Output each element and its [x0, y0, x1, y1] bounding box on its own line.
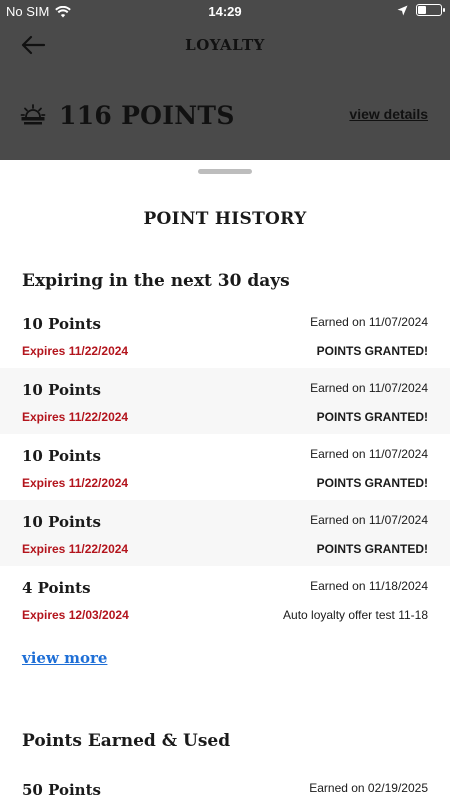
row-points: 10 Points — [22, 381, 101, 399]
row-points: 10 Points — [22, 447, 101, 465]
history-row: 10 Points Earned on 11/07/2024 Expires 1… — [0, 500, 450, 566]
points-total: 116 POINTS — [59, 101, 235, 130]
row-status: Auto loyalty offer test 11-18 — [283, 608, 428, 622]
row-points: 50 Points — [22, 781, 101, 799]
history-row: 10 Points Earned on 11/07/2024 Expires 1… — [0, 434, 450, 500]
row-earned-date: Earned on 02/19/2025 — [309, 781, 428, 795]
sheet-grabber-handle[interactable] — [198, 169, 252, 174]
view-details-link[interactable]: view details — [349, 106, 428, 122]
view-more-link[interactable]: view more — [22, 649, 107, 667]
history-row: 10 Points Earned on 11/07/2024 Expires 1… — [0, 302, 450, 368]
row-earned-date: Earned on 11/18/2024 — [310, 579, 428, 593]
expiring-section-heading: Expiring in the next 30 days — [22, 271, 290, 291]
row-expiry-date: Expires 11/22/2024 — [22, 410, 129, 424]
history-row: 10 Points Earned on 11/07/2024 Expires 1… — [0, 368, 450, 434]
history-row: 4 Points Earned on 11/18/2024 Expires 12… — [0, 566, 450, 632]
page-title: LOYALTY — [185, 36, 265, 54]
status-time: 14:29 — [208, 4, 242, 19]
sheet-title: POINT HISTORY — [143, 209, 307, 229]
row-earned-date: Earned on 11/07/2024 — [310, 513, 428, 527]
rewards-sun-icon — [20, 104, 46, 125]
row-earned-date: Earned on 11/07/2024 — [310, 381, 428, 395]
row-status: POINTS GRANTED! — [316, 542, 428, 556]
status-right — [397, 4, 445, 16]
row-earned-date: Earned on 11/07/2024 — [310, 315, 428, 329]
row-expiry-date: Expires 11/22/2024 — [22, 476, 129, 490]
row-expiry-date: Expires 12/03/2024 — [22, 608, 129, 622]
earned-used-section-heading: Points Earned & Used — [22, 731, 231, 751]
row-expiry-date: Expires 11/22/2024 — [22, 542, 129, 556]
row-earned-date: Earned on 11/07/2024 — [310, 447, 428, 461]
location-arrow-icon — [397, 5, 408, 15]
row-points: 4 Points — [22, 579, 91, 597]
point-history-sheet: POINT HISTORY Expiring in the next 30 da… — [0, 160, 450, 800]
row-points: 10 Points — [22, 513, 101, 531]
row-status: POINTS GRANTED! — [316, 344, 428, 358]
row-points: 10 Points — [22, 315, 101, 333]
history-row: 50 Points Earned on 02/19/2025 — [0, 768, 450, 800]
row-status: POINTS GRANTED! — [316, 410, 428, 424]
loyalty-screen-backdrop: No SIM 14:29 LOYALTY 116 POINTS view det… — [0, 0, 450, 160]
battery-icon — [416, 4, 445, 16]
row-status: POINTS GRANTED! — [316, 476, 428, 490]
row-expiry-date: Expires 11/22/2024 — [22, 344, 129, 358]
status-bar: No SIM 14:29 — [0, 0, 450, 22]
